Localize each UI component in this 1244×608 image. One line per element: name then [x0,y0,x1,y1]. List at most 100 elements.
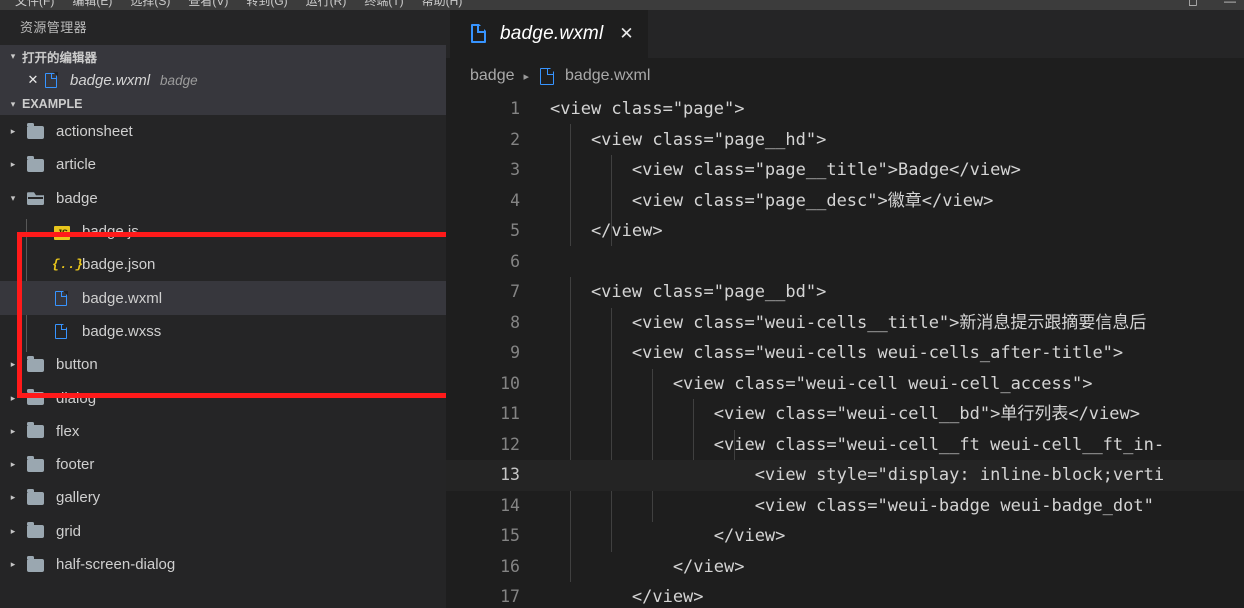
tree-item-badge-wxml[interactable]: badge.wxml [0,281,446,315]
line-number: 17 [500,587,520,606]
tree-item-badge-wxss[interactable]: badge.wxss [0,315,446,348]
code-line[interactable]: 2 <view class="page__hd"> [446,125,1244,156]
sidebar-title: 资源管理器 [20,20,88,35]
vscode-window: 文件(F) 编辑(E) 选择(S) 查看(V) 转到(G) 运行(R) 终端(T) 帮助(H)… [0,0,1244,608]
code-line[interactable]: 12 <view class="weui-cell__ft weui-cell_… [446,430,1244,461]
line-number: 11 [500,404,520,423]
code-text: </view> [550,587,704,607]
close-icon[interactable]: ✕ [24,73,42,88]
open-editors-list: ✕ badge.wxml badge [0,67,446,93]
tree-item-button[interactable]: button [0,348,446,381]
menu-item[interactable]: 查看(V) [179,0,237,10]
menu-item[interactable]: 文件(F) [6,0,63,10]
line-number: 15 [500,526,520,545]
code-editor[interactable]: 1 <view class="page"> 2 <view class="page_… [446,94,1244,608]
folder-icon [26,122,46,140]
minimize-icon[interactable]: — [1224,0,1236,8]
folder-icon [26,389,46,406]
code-text: </view> [550,556,745,577]
tab-badge-wxml[interactable]: badge.wxml ✕ [450,10,648,58]
code-text: <view class="weui-badge weui-badge_dot" [550,495,1165,516]
tree-item-grid[interactable]: grid [0,515,446,548]
tree-item-label: half-screen-dialog [56,556,176,573]
tree-item-label: button [56,356,98,374]
code-line[interactable]: 15 </view> [446,521,1244,552]
chevron-right-icon [0,426,26,437]
maximize-icon[interactable]: ◻ [1188,0,1198,8]
menu-item[interactable]: 选择(S) [121,0,179,10]
tree-item-badge[interactable]: badge [0,182,446,215]
breadcrumb-file[interactable]: badge.wxml [565,67,650,85]
line-number: 3 [510,160,520,179]
chevron-down-icon [4,45,22,67]
code-line[interactable]: 13 <view style="display: inline-block;ve… [446,460,1244,491]
wxss-file-icon [52,323,72,340]
code-text: <view class="weui-cells__title">新消息提示跟摘要… [550,312,1147,333]
code-line[interactable]: 11 <view class="weui-cell__bd">单行列表</vie… [446,399,1244,430]
open-editor-item[interactable]: ✕ badge.wxml badge [0,67,446,93]
code-line[interactable]: 7 <view class="page__bd"> [446,277,1244,308]
code-line[interactable]: 10 <view class="weui-cell weui-cell_acce… [446,369,1244,400]
code-line[interactable]: 9 <view class="weui-cells weui-cells_aft… [446,338,1244,369]
tree-item-label: badge.wxss [82,322,162,340]
line-number: 7 [510,282,520,301]
code-text: <view class="page__desc">徽章</view> [550,190,994,211]
tree-item-gallery[interactable]: gallery [0,481,446,514]
tree-item-label: grid [56,522,82,540]
code-line[interactable]: 5 </view> [446,216,1244,247]
code-text: <view class="weui-cell__ft weui-cell__ft… [550,434,1165,455]
explorer-section-header[interactable]: EXAMPLE [0,93,446,115]
line-number: 14 [500,495,520,515]
json-file-icon: {..} [52,256,84,272]
close-icon[interactable]: ✕ [619,25,633,43]
tree-item-footer[interactable]: footer [0,448,446,481]
tree-item-label: badge.js [82,223,139,241]
editor-group: badge.wxml ✕ badge ▸ badge.wxml 1 <view c… [446,10,1244,608]
code-line[interactable]: 16 </view> [446,552,1244,583]
open-editors-label: 打开的编辑器 [22,50,98,65]
open-editors-section-header[interactable]: 打开的编辑器 [0,45,446,67]
tree-item-article[interactable]: article [0,148,446,181]
code-text: </view> [550,221,663,241]
tree-item-label: actionsheet [56,123,133,141]
tree-item-badge-js[interactable]: JS badge.js [0,215,446,248]
line-number: 6 [510,251,520,271]
code-line[interactable]: 4 <view class="page__desc">徽章</view> [446,186,1244,217]
tree-item-label: footer [56,456,95,474]
chevron-right-icon [0,126,26,137]
tree-item-label: dialog [56,389,97,407]
code-line[interactable]: 1 <view class="page"> [446,94,1244,125]
breadcrumb-folder[interactable]: badge [470,67,515,85]
folder-open-icon [26,190,46,206]
chevron-right-icon: ▸ [523,70,530,83]
chevron-right-icon [0,559,26,570]
menu-item[interactable]: 转到(G) [237,0,296,10]
menu-item[interactable]: 运行(R) [297,0,356,10]
tree-item-flex[interactable]: flex [0,415,446,448]
code-text: <view class="page__hd"> [550,129,827,150]
file-tree: actionsheetarticlebadgeJSbadge.js{..}bad… [0,115,446,581]
wxml-file-icon [468,24,490,44]
chevron-right-icon [0,359,26,370]
code-text: <view style="display: inline-block;verti [550,465,1165,485]
menu-item[interactable]: 编辑(E) [63,0,121,10]
code-line[interactable]: 6 [446,247,1244,278]
code-text: </view> [550,526,786,546]
menu-item[interactable]: 终端(T) [355,0,412,10]
chevron-down-icon [4,93,22,115]
tree-item-actionsheet[interactable]: actionsheet [0,115,446,148]
tree-item-label: badge [56,189,98,207]
line-number: 13 [500,465,520,484]
folder-icon [26,422,46,439]
code-line[interactable]: 17 </view> [446,582,1244,608]
tree-item-badge-json[interactable]: {..} badge.json [0,248,446,281]
menu-item[interactable]: 帮助(H) [413,0,472,10]
tree-item-dialog[interactable]: dialog [0,381,446,414]
code-line[interactable]: 8 <view class="weui-cells__title">新消息提示跟… [446,308,1244,339]
tree-item-half-screen-dialog[interactable]: half-screen-dialog [0,548,446,581]
code-text: <view class="page__bd"> [550,282,827,302]
line-number: 5 [510,221,520,240]
tree-item-label: badge.wxml [82,289,163,307]
code-line[interactable]: 3 <view class="page__title">Badge</view> [446,155,1244,186]
code-line[interactable]: 14 <view class="weui-badge weui-badge_do… [446,491,1244,522]
